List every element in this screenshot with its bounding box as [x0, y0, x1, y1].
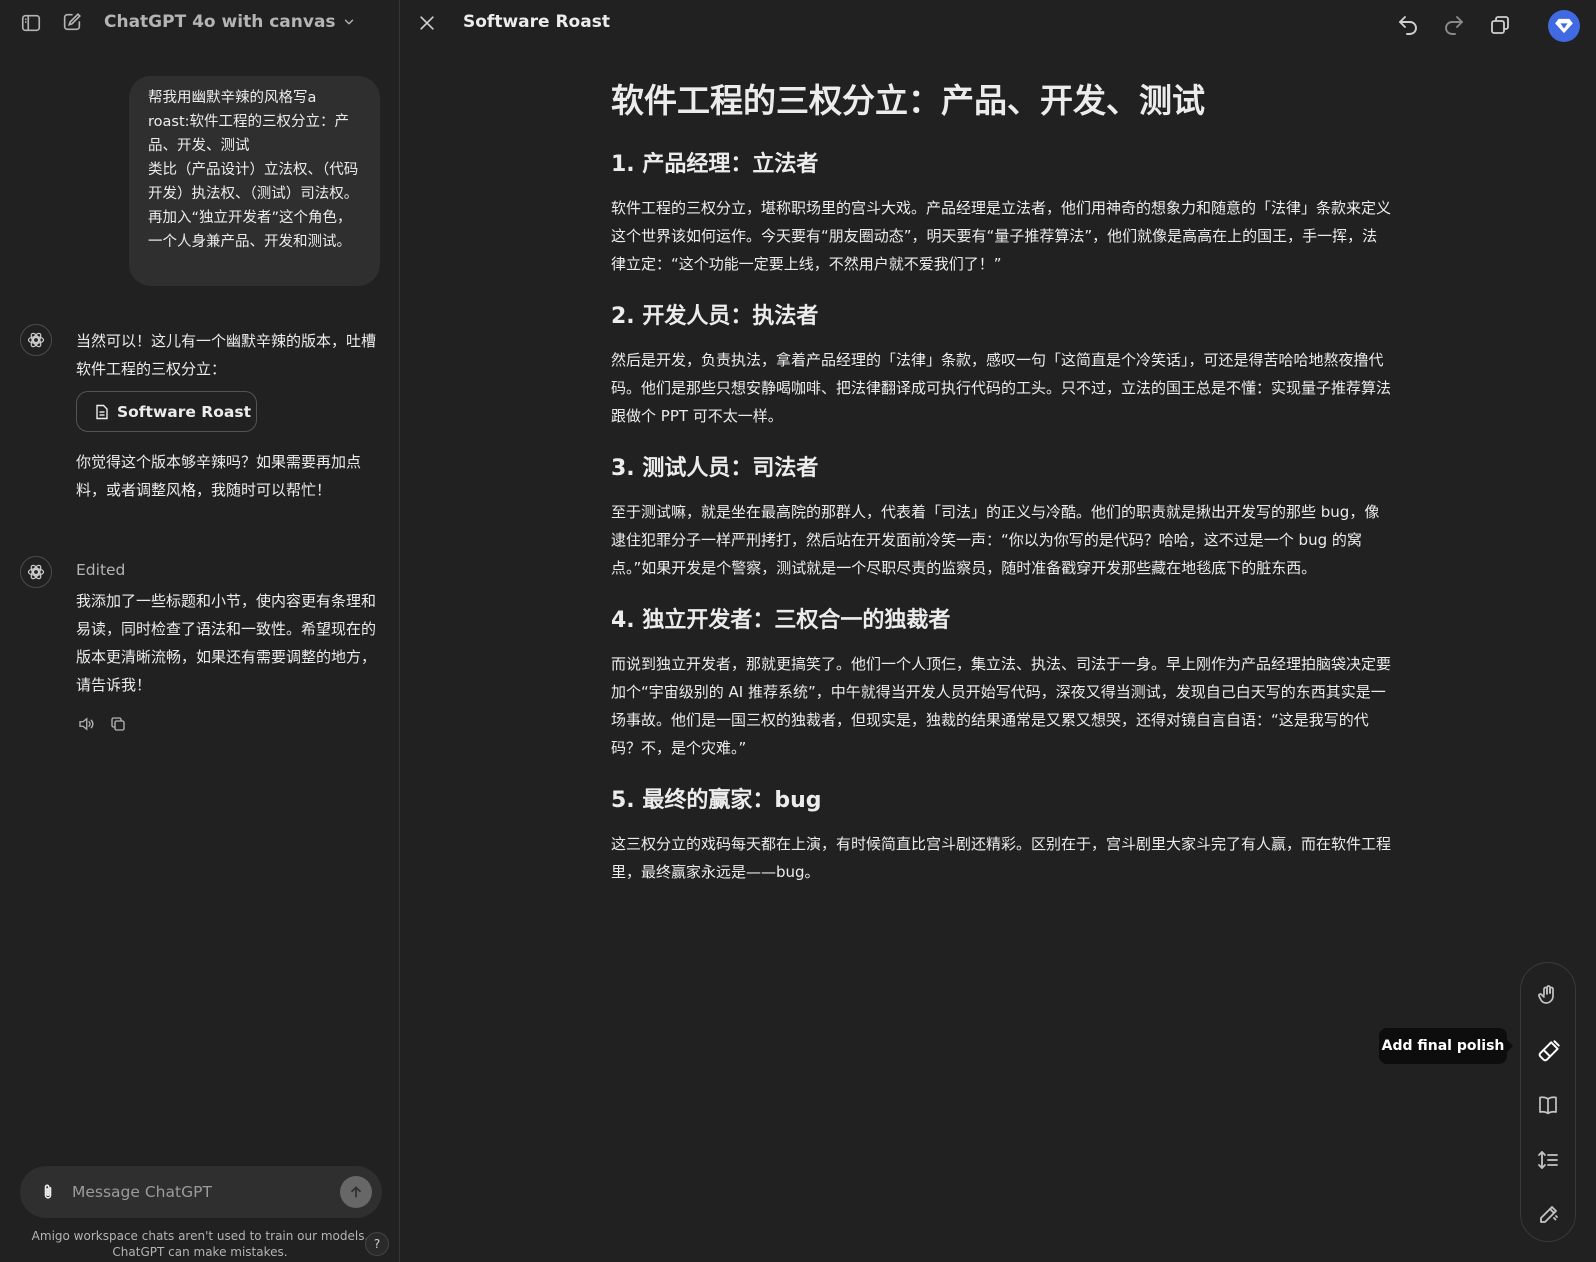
- section-heading: 4. 独立开发者：三权合一的独裁者: [611, 608, 951, 633]
- diamond-icon: [1555, 18, 1573, 34]
- canvas-document-chip[interactable]: Software Roast: [76, 391, 257, 432]
- hand-icon[interactable]: [1536, 983, 1560, 1007]
- canvas-chip-label: Software Roast: [117, 402, 251, 421]
- paperclip-icon[interactable]: [38, 1181, 58, 1203]
- user-message-text: 帮我用幽默辛辣的风格写a roast:软件工程的三权分立：产品、开发、测试 类比…: [148, 90, 359, 250]
- length-icon[interactable]: [1536, 1148, 1560, 1172]
- add-final-polish-tooltip: Add final polish: [1379, 1028, 1513, 1064]
- arrow-up-icon: [351, 1186, 361, 1198]
- section-heading: 1. 产品经理：立法者: [611, 152, 819, 177]
- speaker-icon[interactable]: [77, 715, 95, 733]
- user-message: 帮我用幽默辛辣的风格写a roast:软件工程的三权分立：产品、开发、测试 类比…: [129, 76, 380, 286]
- section-body: 而说到独立开发者，那就更搞笑了。他们一个人顶仨，集立法、执法、司法于一身。早上刚…: [611, 655, 1392, 757]
- assistant-avatar: [20, 556, 52, 588]
- section-heading: 2. 开发人员：执法者: [611, 304, 819, 329]
- section-body: 软件工程的三权分立，堪称职场里的宫斗大戏。产品经理是立法者，他们用神奇的想象力和…: [611, 199, 1392, 273]
- close-icon[interactable]: [417, 13, 437, 33]
- assistant-reply-edit-summary: 我添加了一些标题和小节，使内容更有条理和易读，同时检查了语法和一致性。希望现在的…: [76, 592, 377, 694]
- section-body: 这三权分立的戏码每天都在上演，有时候简直比宫斗剧还精彩。区别在于，宫斗剧里大家斗…: [611, 835, 1392, 881]
- assistant-reply-outro: 你觉得这个版本够辛辣吗？如果需要再加点料，或者调整风格，我随时可以帮忙！: [76, 453, 362, 499]
- model-selector[interactable]: ChatGPT 4o with canvas: [104, 12, 356, 32]
- section-heading: 3. 测试人员：司法者: [611, 456, 819, 481]
- message-input[interactable]: [72, 1178, 312, 1206]
- assistant-avatar: [20, 324, 52, 356]
- edited-status: Edited: [76, 561, 126, 579]
- document-title: 软件工程的三权分立：产品、开发、测试: [611, 81, 1205, 120]
- canvas-panel: Software Roast 软件工程的三权分立：产品、开发、测试 1. 产品经…: [401, 0, 1596, 1262]
- chat-header: ChatGPT 4o with canvas: [0, 0, 400, 44]
- copy-icon[interactable]: [109, 715, 127, 733]
- help-button[interactable]: ?: [365, 1232, 389, 1256]
- openai-logo-icon: [27, 564, 45, 580]
- redo-icon[interactable]: [1442, 13, 1466, 37]
- openai-logo-icon: [27, 332, 45, 348]
- message-actions: [77, 715, 127, 733]
- undo-icon[interactable]: [1396, 13, 1420, 37]
- canvas-title: Software Roast: [463, 12, 610, 32]
- document-icon: [95, 404, 109, 420]
- section-heading: 5. 最终的赢家：bug: [611, 788, 822, 813]
- assistant-reply-intro: 当然可以！这儿有一个幽默辛辣的版本，吐槽软件工程的三权分立：: [76, 332, 377, 378]
- new-chat-icon[interactable]: [61, 11, 83, 33]
- section-body: 至于测试嘛，就是坐在最高院的那群人，代表着「司法」的正义与冷酷。他们的职责就是揪…: [611, 503, 1380, 577]
- paintbrush-icon[interactable]: [1536, 1038, 1562, 1064]
- message-composer: [20, 1166, 382, 1218]
- profile-avatar[interactable]: [1548, 10, 1580, 42]
- sidebar-toggle-icon[interactable]: [20, 12, 42, 34]
- pencil-icon[interactable]: [1536, 1203, 1560, 1227]
- canvas-toolbar: [1396, 10, 1596, 42]
- disclaimer-text: Amigo workspace chats aren't used to tra…: [31, 1229, 369, 1259]
- chevron-down-icon: [342, 15, 356, 29]
- canvas-edit-toolbar: [1520, 962, 1576, 1242]
- chat-panel: ChatGPT 4o with canvas 帮我用幽默辛辣的风格写a roas…: [0, 0, 400, 1262]
- section-body: 然后是开发，负责执法，拿着产品经理的「法律」条款，感叹一句「这简直是个冷笑话」，…: [611, 351, 1392, 425]
- canvas-document[interactable]: 软件工程的三权分立：产品、开发、测试 1. 产品经理：立法者 软件工程的三权分立…: [611, 76, 1391, 908]
- book-icon[interactable]: [1536, 1093, 1560, 1117]
- model-name-label: ChatGPT 4o with canvas: [104, 12, 336, 32]
- send-button[interactable]: [340, 1176, 372, 1208]
- copy-icon[interactable]: [1488, 13, 1512, 37]
